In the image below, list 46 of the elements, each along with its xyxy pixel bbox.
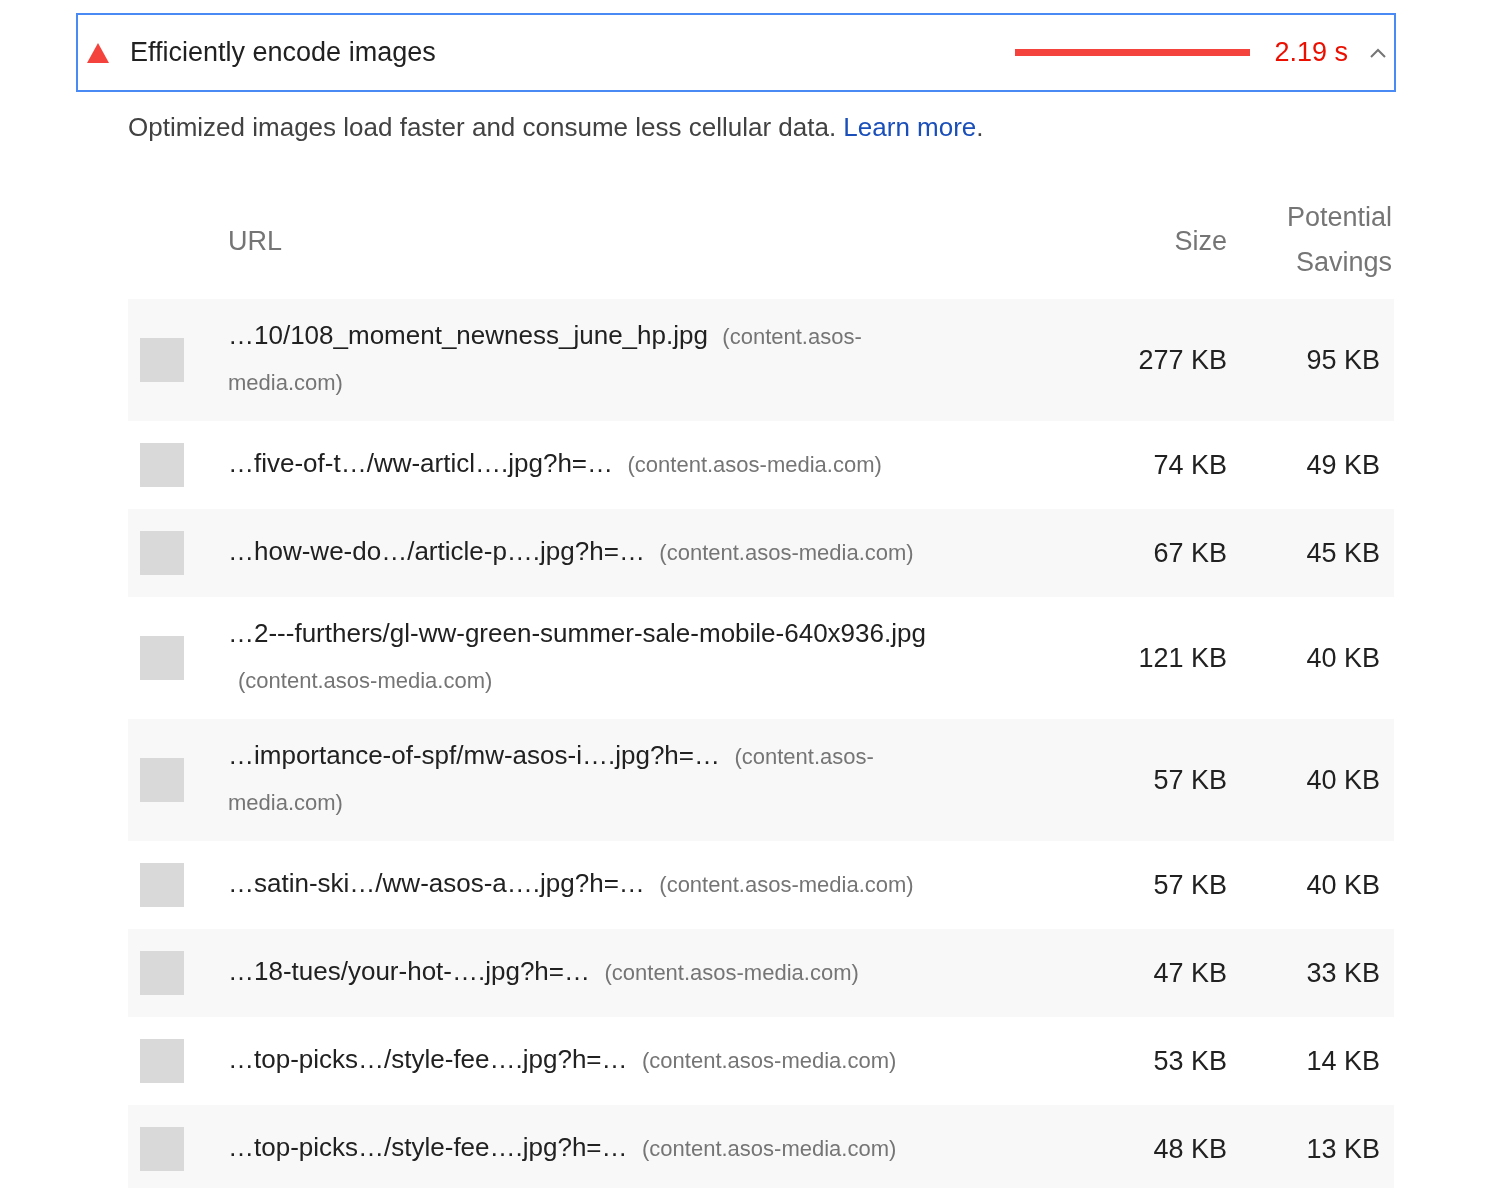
- url-cell-text: …10/108_moment_newness_june_hp.jpg (content.asos-media.com): [228, 319, 863, 397]
- savings-cell: 40 KB: [1306, 869, 1380, 900]
- size-cell: 48 KB: [1153, 1133, 1227, 1164]
- audit-title: Efficiently encode images: [130, 36, 436, 70]
- photo-placeholder: [140, 758, 184, 802]
- photo-placeholder: [140, 636, 184, 680]
- url-cell-text: …satin-ski…/ww-asos-a….jpg?h=… (content.asos-media.com): [228, 867, 914, 900]
- size-cell: 47 KB: [1153, 957, 1227, 988]
- savings-cell: 45 KB: [1306, 537, 1380, 568]
- photo-placeholder: [140, 863, 184, 907]
- column-header: Size: [1174, 224, 1227, 258]
- url-cell-text: …five-of-t…/ww-articl….jpg?h=… (content.asos-media.com): [228, 447, 882, 480]
- savings-value: 2.19 s: [1274, 36, 1348, 70]
- url-cell-text: …importance-of-spf/mw-asos-i….jpg?h=… (content.asos-media.com): [228, 739, 875, 817]
- url-cell-text: …top-picks…/style-fee….jpg?h=… (content.asos-media.com): [228, 1131, 897, 1164]
- url-cell-text: …top-picks…/style-fee….jpg?h=… (content.asos-media.com): [228, 1043, 897, 1076]
- photo-placeholder: [140, 443, 184, 487]
- photo-placeholder: [140, 951, 184, 995]
- savings-cell: 95 KB: [1306, 344, 1380, 375]
- photo-placeholder: [140, 338, 184, 382]
- savings-cell: 13 KB: [1306, 1133, 1380, 1164]
- savings-cell: 33 KB: [1306, 957, 1380, 988]
- chevron-icon[interactable]: [1370, 47, 1386, 58]
- size-cell: 277 KB: [1138, 344, 1227, 375]
- size-cell: 57 KB: [1153, 869, 1227, 900]
- learn-more-link[interactable]: Learn more: [843, 112, 977, 142]
- column-header: URL: [228, 224, 282, 258]
- url-cell-text: …2---furthers/gl-ww-green-summer-sale-mobile-640x936.jpg (content.asos-media.com): [228, 617, 927, 695]
- audit-header[interactable]: Efficiently encode images 2.19 s: [76, 13, 1396, 92]
- size-cell: 53 KB: [1153, 1045, 1227, 1076]
- audit-description: Optimized images load faster and consume less cellular data. Learn more.: [128, 111, 985, 144]
- size-cell: 74 KB: [1153, 449, 1227, 480]
- savings-cell: 14 KB: [1306, 1045, 1380, 1076]
- photo-placeholder: [140, 1127, 184, 1171]
- column-header: Potential Savings: [1285, 200, 1392, 279]
- savings-cell: 40 KB: [1306, 764, 1380, 795]
- size-cell: 121 KB: [1138, 642, 1227, 673]
- url-cell-text: …18-tues/your-hot-….jpg?h=… (content.asos-media.com): [228, 955, 859, 988]
- photo-placeholder: [140, 1039, 184, 1083]
- savings-cell: 49 KB: [1306, 449, 1380, 480]
- savings-cell: 40 KB: [1306, 642, 1380, 673]
- size-cell: 57 KB: [1153, 764, 1227, 795]
- size-cell: 67 KB: [1153, 537, 1227, 568]
- url-cell-text: …how-we-do…/article-p….jpg?h=… (content.asos-media.com): [228, 535, 914, 568]
- warning-triangle-icon: [86, 41, 110, 64]
- photo-placeholder: [140, 531, 184, 575]
